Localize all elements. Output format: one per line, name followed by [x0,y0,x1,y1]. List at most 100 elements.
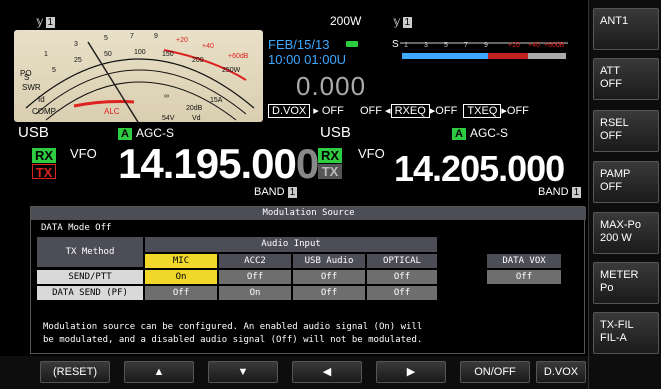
send-ptt-mic-toggle[interactable]: On [145,270,217,284]
main-band: BAND 1 [254,186,298,198]
offset-readout: 0.000 [296,71,367,101]
data-vox-header: DATA VOX [487,254,561,268]
data-send-usb-audio-toggle[interactable]: Off [293,286,365,300]
data-send-optical-toggle[interactable]: Off [367,286,437,300]
meter-scale-top-7: +40 [202,43,214,50]
send-ptt-optical-toggle[interactable]: Off [367,270,437,284]
on-off-button[interactable]: ON/OFF [460,361,530,383]
main-tx-indicator: TX [32,164,56,180]
softkey-max-po[interactable]: MAX-Po 200 W [593,212,659,254]
column-optical: OPTICAL [367,254,437,268]
date-time: FEB/15/13 10:00 01:00U [268,37,346,67]
softkey-ant[interactable]: ANT1 [593,8,659,50]
meter-scale-top-6: +20 [176,37,188,44]
sub-frequency: 14.205.000 [394,148,565,189]
sub-band: BAND 1 [538,186,582,198]
meter-label-comp: COMP [32,107,56,116]
softkey-rsel[interactable]: RSEL OFF [593,110,659,152]
time-text: 10:00 01:00U [268,52,347,67]
sub-tx-indicator: TX [318,164,342,179]
data-vox-toggle[interactable]: Off [487,270,561,284]
svg-text:50: 50 [104,51,112,58]
s-meter: S 1 3 5 7 9 +20 +40 +60dB [390,37,570,63]
softkey-meter[interactable]: METER Po [593,262,659,304]
svg-text:25: 25 [74,57,82,64]
meter-label-alc: ALC [104,107,120,116]
triangle-down-icon: ▼ [237,366,249,378]
panel-title: Modulation Source [31,207,586,220]
transceiver-screen: 𝕪1 200W 𝕪1 S PO SWR Id COMP ALC 1 3 5 7 … [0,0,661,389]
modulation-source-panel: Modulation Source DATA Mode Off TX Metho… [30,206,586,354]
column-acc2: ACC2 [219,254,291,268]
meter-scale-top-4: 7 [130,33,134,40]
svg-text:100: 100 [134,49,146,56]
svg-text:54V: 54V [162,115,175,122]
right-softkey-column: ANT1 ATT OFF RSEL OFF PAMP OFF MAX-Po 200 W … [588,0,661,389]
dvox-status: D.VOX ▸ OFF [268,104,344,118]
sub-vfo-label: VFO [358,146,385,161]
svg-text:+40: +40 [528,42,540,49]
column-mic: MIC [145,254,217,268]
svg-text:250W: 250W [222,67,241,74]
svg-text:200: 200 [192,57,204,64]
down-arrow-button[interactable]: ▼ [208,361,278,383]
main-rx-indicator: RX [32,148,56,163]
svg-text:9: 9 [484,42,488,49]
svg-text:7: 7 [464,42,468,49]
row-label-data-send[interactable]: DATA SEND (PF) [37,286,143,300]
triangle-up-icon: ▲ [153,366,165,378]
svg-text:5: 5 [52,67,56,74]
meter-scale-top-2: 3 [74,41,78,48]
send-ptt-acc2-toggle[interactable]: Off [219,270,291,284]
battery-icon [346,41,358,47]
svg-text:5: 5 [444,42,448,49]
sub-agc: A AGC-S [452,126,508,140]
smeter-label: S [392,39,399,50]
sub-rx-indicator: RX [318,148,342,163]
meter-scale-top-5: 9 [154,33,158,40]
analog-meter: S PO SWR Id COMP ALC 1 3 5 7 9 +20 +40 +… [14,30,263,122]
data-send-acc2-toggle[interactable]: On [219,286,291,300]
softkey-tx-fil[interactable]: TX-FIL FIL-A [593,312,659,354]
up-arrow-button[interactable]: ▲ [124,361,194,383]
row-label-send-ptt[interactable]: SEND/PTT [37,270,143,284]
svg-text:+20: +20 [508,42,520,49]
meter-label-po: PO [20,69,32,78]
svg-text:Vd: Vd [192,115,201,122]
sub-mode: USB [320,124,351,141]
column-usb-audio: USB Audio [293,254,365,268]
svg-text:15A: 15A [210,97,223,104]
meter-scale-top-8: +60dB [228,53,249,60]
main-vfo-label: VFO [70,146,97,161]
right-arrow-button[interactable]: ▶ [376,361,446,383]
softkey-pamp[interactable]: PAMP OFF [593,161,659,203]
meter-scale-top-1: 1 [44,51,48,58]
antenna-icon: 𝕪 [393,14,401,28]
data-send-mic-toggle[interactable]: Off [145,286,217,300]
data-mode-status: DATA Mode Off [41,223,112,233]
audio-input-header: Audio Input [145,237,437,252]
eq-status: OFF ◂ RXEQ ▸OFF TXEQ ▸OFF [360,104,529,118]
antenna-indicator-left: 𝕪1 [36,14,56,28]
tx-method-header: TX Method [37,237,143,267]
svg-text:20dB: 20dB [186,105,203,112]
svg-text:3: 3 [424,42,428,49]
meter-label-swr: SWR [22,83,41,92]
dvox-button[interactable]: D.VOX [536,361,586,383]
main-mode: USB [18,124,49,141]
triangle-right-icon: ▶ [406,366,416,378]
left-arrow-button[interactable]: ◀ [292,361,362,383]
date-text: FEB/15/13 [268,37,330,52]
reset-button[interactable]: (RESET) [40,361,110,383]
panel-description: Modulation source can be configured. An … [43,322,423,345]
send-ptt-usb-audio-toggle[interactable]: Off [293,270,365,284]
softkey-att[interactable]: ATT OFF [593,58,659,100]
svg-text:150: 150 [162,51,174,58]
svg-text:1: 1 [404,42,408,49]
triangle-left-icon: ◀ [322,366,332,378]
main-frequency: 14.195.000 [118,140,319,187]
meter-scale-top-3: 5 [104,35,108,42]
svg-text:+60dB: +60dB [544,42,565,49]
bottom-softkey-bar: (RESET) ▲ ▼ ◀ ▶ ON/OFF D.VOX [0,356,588,389]
antenna-indicator-right: 𝕪1 [393,14,413,28]
